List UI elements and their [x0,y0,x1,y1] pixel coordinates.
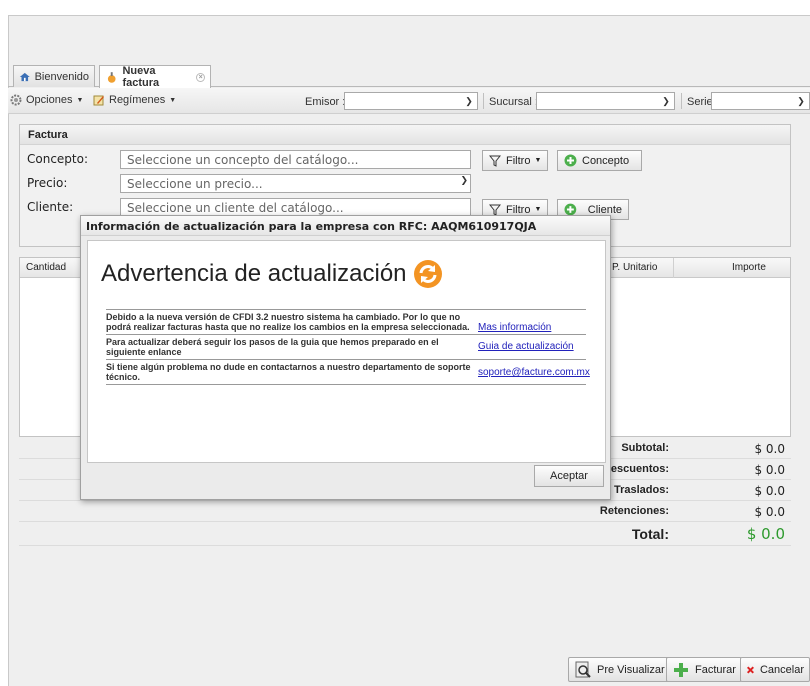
tab-label: Bienvenido [34,70,89,83]
panel-title: Factura [20,125,790,145]
retenciones-value: $ 0.0 [754,505,785,519]
regimenes-label: Regímenes [109,94,166,106]
subtotal-value: $ 0.0 [754,442,785,456]
sucursal-select[interactable]: ❯ [536,92,675,110]
update-warning-dialog: Información de actualización para la emp… [80,215,611,500]
home-icon [19,72,30,81]
tab-nueva-factura[interactable]: Nueva factura × [99,65,211,89]
info-text: Para actualizar deberá seguir los pasos … [106,337,439,357]
chevron-down-icon: ❯ [662,95,670,106]
emisor-label: Emisor : [305,96,346,108]
filter-icon [489,204,501,216]
cliente-placeholder: Seleccione un cliente del catálogo... [127,201,344,215]
info-text: Si tiene algún problema no dude en conta… [106,362,471,382]
total-label: Total: [631,526,669,542]
add-document-icon [674,662,688,677]
cliente-label: Cliente: [27,200,74,214]
edit-icon [93,95,104,106]
filtro-label: Filtro [506,154,531,167]
cancel-icon [746,666,754,673]
dialog-body: Advertencia de actualización Debido a la… [87,240,606,463]
facturar-label: Facturar [695,663,736,676]
preview-icon [575,661,591,678]
aceptar-button[interactable]: Aceptar [534,465,604,487]
close-icon[interactable]: × [196,72,205,82]
heading-text: Advertencia de actualización [101,260,407,287]
refresh-icon [413,260,442,288]
precio-select[interactable]: Seleccione un precio... ❯ [120,174,471,193]
total-row: Total: $ 0.0 [19,522,791,546]
column-p-unitario[interactable]: P. Unitario [612,262,657,273]
info-table: Debido a la nueva versión de CFDI 3.2 nu… [106,309,590,385]
tab-bienvenido[interactable]: Bienvenido [13,65,95,87]
separator [483,93,484,109]
tab-bar: Bienvenido Nueva factura × [8,62,810,89]
concepto-placeholder: Seleccione un concepto del catálogo... [127,153,359,167]
traslados-label: Traslados: [613,484,669,496]
opciones-menu[interactable]: Opciones ▼ [10,94,83,106]
caret-down-icon: ▼ [534,157,542,164]
cancelar-label: Cancelar [759,663,804,676]
precio-placeholder: Seleccione un precio... [127,177,263,191]
concepto-input[interactable]: Seleccione un concepto del catálogo... [120,150,471,169]
cancelar-button[interactable]: Cancelar [740,657,810,682]
caret-down-icon: ▼ [169,96,177,104]
filtro-label: Filtro [506,203,531,216]
descuentos-label: Descuentos: [602,463,669,475]
precio-label: Precio: [27,176,68,190]
caret-down-icon: ▼ [76,96,84,104]
chevron-down-icon: ❯ [465,95,473,106]
filter-icon [489,155,501,167]
opciones-label: Opciones [26,94,73,106]
column-cantidad[interactable]: Cantidad [26,262,66,273]
descuentos-value: $ 0.0 [754,463,785,477]
info-row: Si tiene algún problema no dude en conta… [106,359,590,385]
concepto-filtro-button[interactable]: Filtro ▼ [482,150,549,171]
info-text: Debido a la nueva versión de CFDI 3.2 nu… [106,312,470,332]
add-concepto-button[interactable]: Concepto [557,150,642,171]
subtotal-label: Subtotal: [621,442,669,454]
cliente-button-label: Cliente [587,203,622,216]
invoice-icon [107,72,116,83]
retenciones-row: Retenciones: $ 0.0 [19,501,791,522]
facturar-button[interactable]: Facturar [666,657,742,682]
dialog-heading: Advertencia de actualización [101,259,443,289]
guia-actualizacion-link[interactable]: Guia de actualización [478,341,574,352]
info-row: Para actualizar deberá seguir los pasos … [106,334,586,359]
info-row: Debido a la nueva versión de CFDI 3.2 nu… [106,309,586,334]
total-value: $ 0.0 [746,525,785,543]
tab-label: Nueva factura [122,65,160,89]
separator [681,93,682,109]
add-icon [564,154,577,167]
preview-button[interactable]: Pre Visualizar [568,657,671,682]
concepto-button-label: Concepto [582,154,630,167]
traslados-value: $ 0.0 [754,484,785,498]
mas-informacion-link[interactable]: Mas información [478,322,551,333]
preview-label: Pre Visualizar [597,663,665,676]
emisor-select[interactable]: ❯ [344,92,478,110]
chevron-down-icon: ❯ [797,95,805,106]
toolbar: Opciones ▼ Regímenes ▼ Emisor : ❯ Sucursal… [8,88,810,114]
sucursal-label: Sucursal : [489,96,538,108]
dialog-title: Información de actualización para la emp… [81,216,610,236]
gear-icon [10,94,22,106]
soporte-email-link[interactable]: soporte@facture.com.mx [478,367,590,378]
retenciones-label: Retenciones: [599,505,669,517]
column-divider [673,258,674,278]
caret-down-icon: ▼ [534,206,542,213]
chevron-down-icon: ❯ [460,176,468,186]
regimenes-menu[interactable]: Regímenes ▼ [93,94,176,106]
concepto-label: Concepto: [27,152,89,166]
serie-select[interactable]: ❯ [711,92,810,110]
column-importe[interactable]: Importe [732,262,766,273]
